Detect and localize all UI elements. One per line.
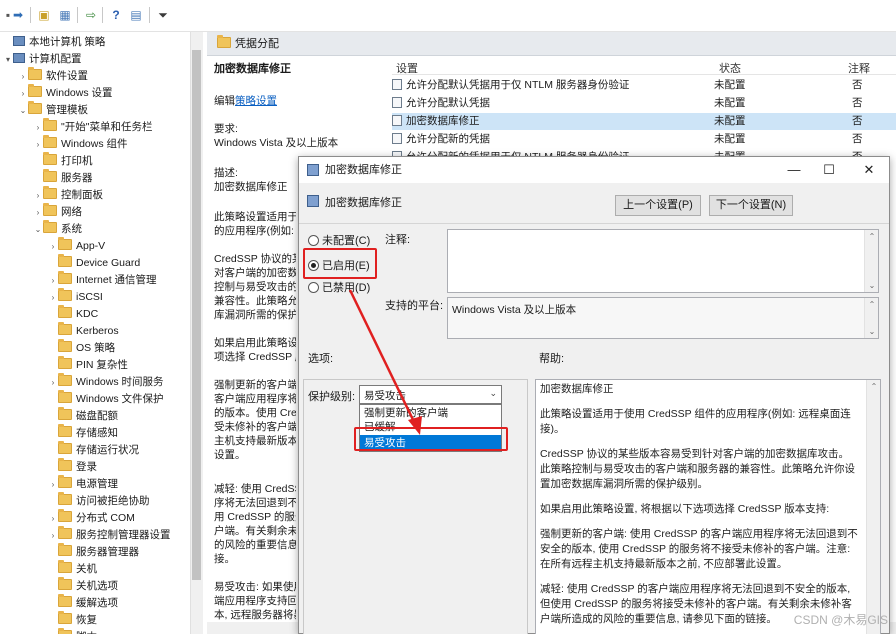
arrow-head xyxy=(408,416,422,435)
watermark: CSDN @木易GIS xyxy=(793,613,888,627)
arrow-line xyxy=(348,289,420,431)
annotation-arrow xyxy=(348,289,422,435)
